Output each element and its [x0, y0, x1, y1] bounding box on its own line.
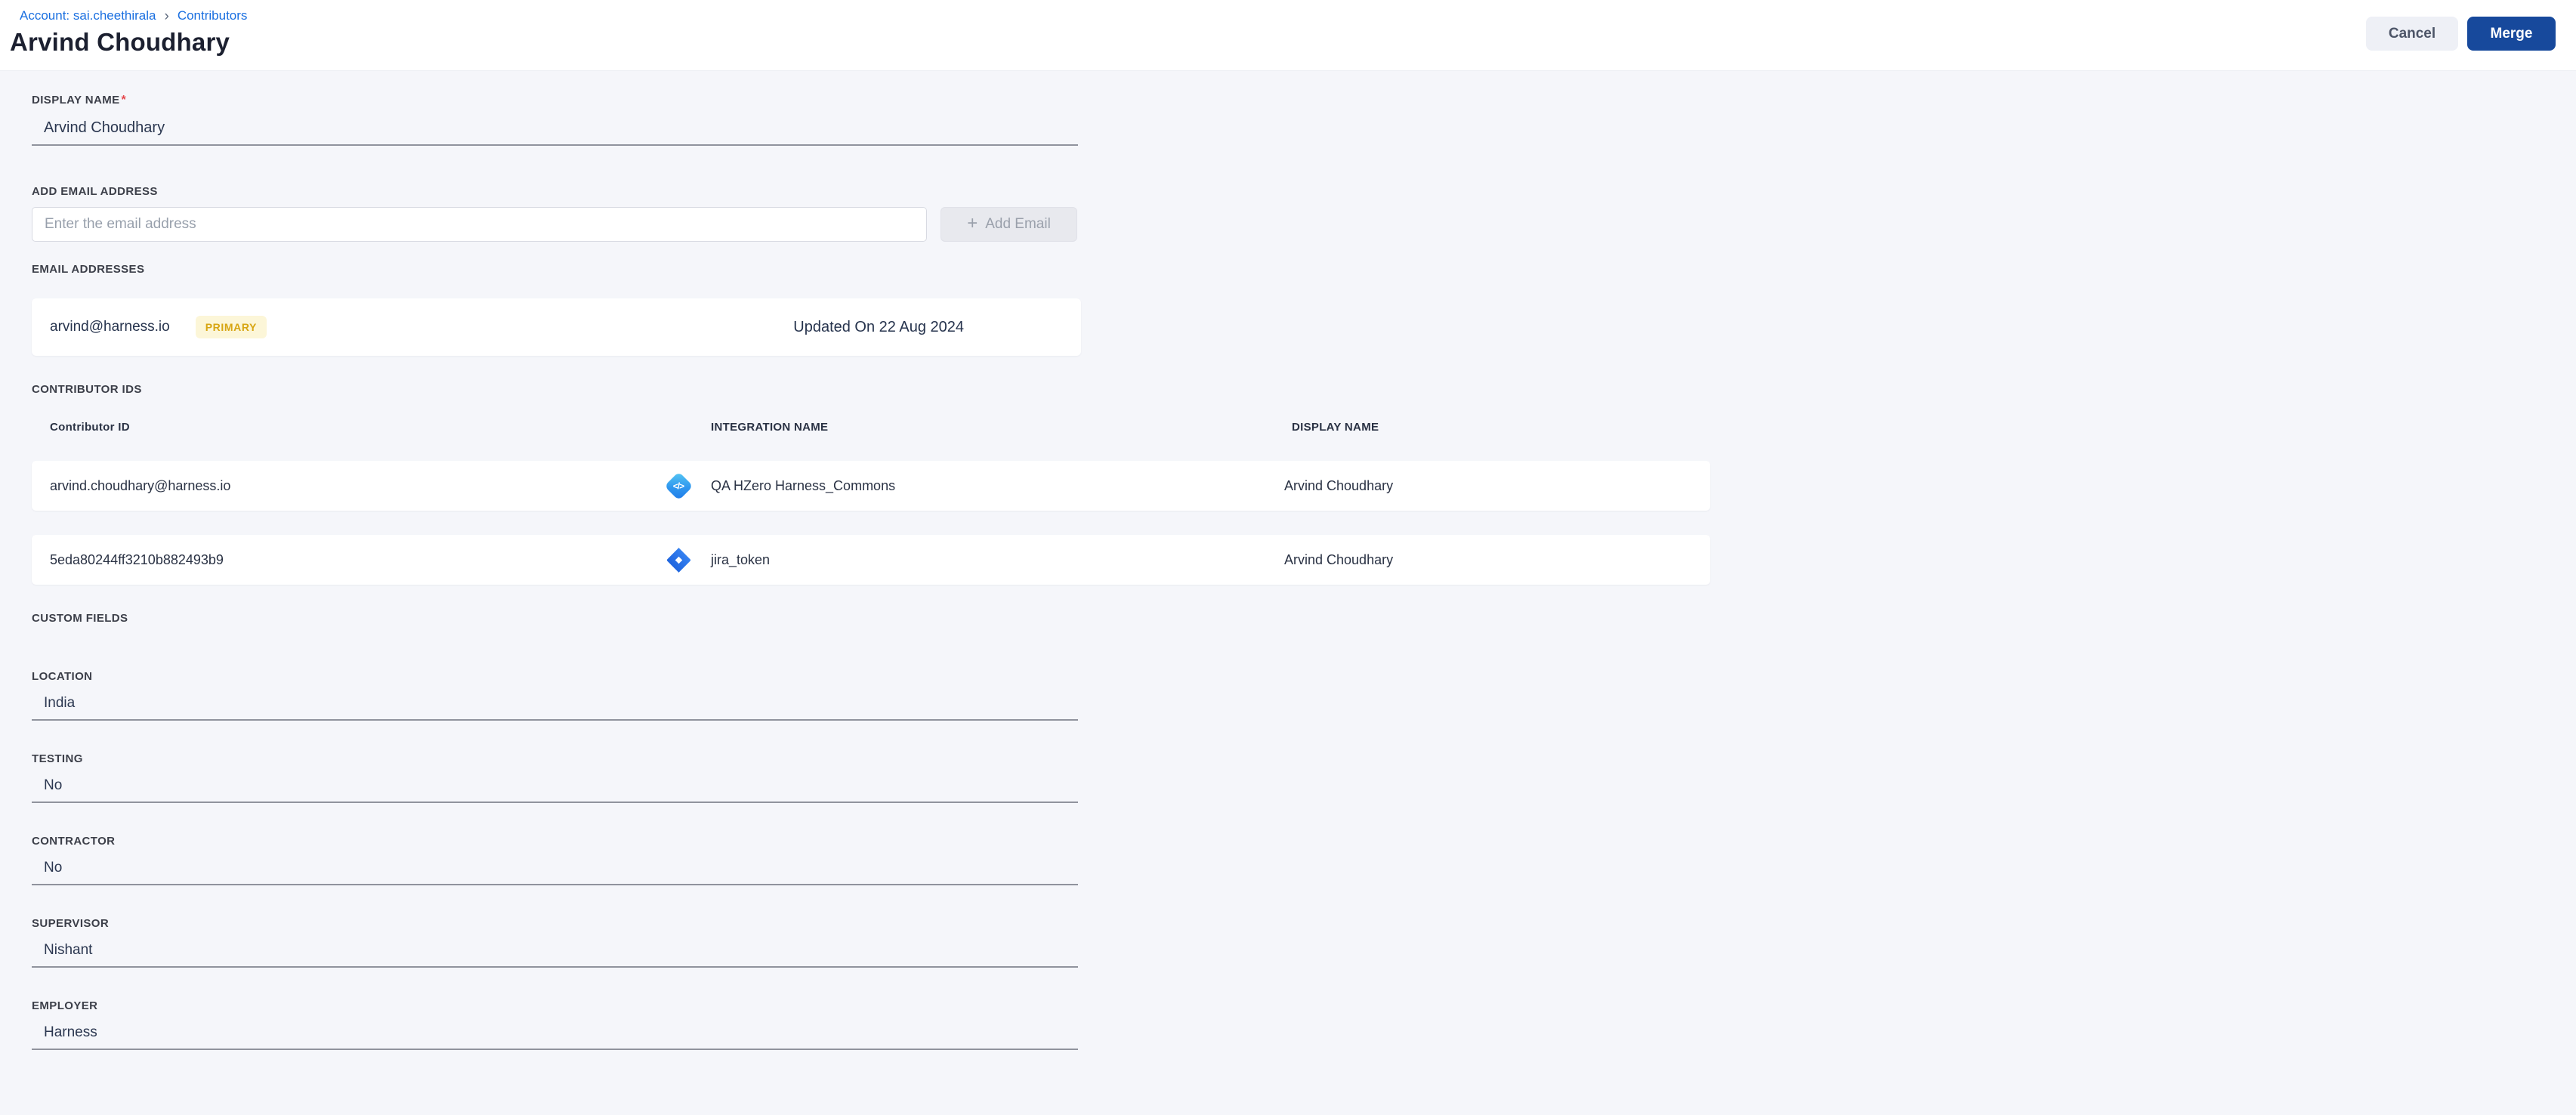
contributor-ids-section: CONTRIBUTOR IDS Contributor ID INTEGRATI… — [32, 383, 2576, 585]
header-actions: Cancel Merge — [2366, 17, 2556, 51]
add-email-row: + Add Email — [32, 207, 2576, 242]
contractor-input[interactable] — [32, 848, 1078, 885]
testing-label: TESTING — [32, 752, 83, 765]
code-integration-icon: </> — [664, 471, 693, 501]
integration-name-text: QA HZero Harness_Commons — [711, 477, 896, 493]
integration-name-text: jira_token — [711, 551, 771, 567]
code-glyph: </> — [673, 480, 684, 491]
custom-field-testing: TESTING — [32, 752, 2576, 803]
primary-badge: PRIMARY — [195, 316, 267, 338]
custom-fields-section: CUSTOM FIELDS LOCATION TESTING CONTRACTO… — [32, 612, 2576, 1050]
cancel-button[interactable]: Cancel — [2366, 17, 2458, 51]
integration-cell: jira_token — [665, 546, 1284, 574]
required-asterisk: * — [121, 94, 127, 107]
contractor-label: CONTRACTOR — [32, 835, 116, 848]
updated-on-text: Updated On 22 Aug 2024 — [793, 318, 964, 335]
breadcrumb-account-link[interactable]: Account: sai.cheethirala — [20, 8, 156, 23]
breadcrumb: Account: sai.cheethirala › Contributors — [20, 8, 2576, 23]
column-header-integration-name: INTEGRATION NAME — [711, 421, 829, 434]
email-address-row: arvind@harness.io PRIMARY Updated On 22 … — [32, 298, 1081, 356]
testing-input[interactable] — [32, 765, 1078, 803]
merge-button[interactable]: Merge — [2467, 17, 2556, 51]
location-label: LOCATION — [32, 670, 93, 683]
contributor-ids-label: CONTRIBUTOR IDS — [32, 383, 142, 396]
table-row: 5eda80244ff3210b882493b9 jira_token Arvi… — [32, 535, 1710, 585]
email-address-text: arvind@harness.io — [50, 319, 170, 335]
email-addresses-label: EMAIL ADDRESSES — [32, 263, 145, 276]
email-addresses-section: EMAIL ADDRESSES arvind@harness.io PRIMAR… — [32, 263, 2576, 356]
chevron-right-icon: › — [164, 8, 169, 24]
custom-field-supervisor: SUPERVISOR — [32, 917, 2576, 968]
display-name-cell: Arvind Choudhary — [1284, 477, 1394, 493]
custom-field-location: LOCATION — [32, 670, 2576, 721]
top-bar: Account: sai.cheethirala › Contributors … — [0, 0, 2576, 71]
contributor-id-cell: 5eda80244ff3210b882493b9 — [50, 551, 224, 567]
display-name-group: DISPLAY NAME * — [32, 71, 2576, 146]
column-header-display-name: DISPLAY NAME — [1292, 421, 1379, 434]
jira-icon — [665, 546, 693, 574]
supervisor-input[interactable] — [32, 930, 1078, 968]
add-email-button[interactable]: + Add Email — [941, 207, 1077, 242]
display-name-input[interactable] — [32, 107, 1078, 146]
display-name-label-text: DISPLAY NAME — [32, 94, 120, 107]
employer-label: EMPLOYER — [32, 999, 98, 1012]
column-header-contributor-id: Contributor ID — [50, 421, 130, 434]
location-input[interactable] — [32, 683, 1078, 721]
employer-input[interactable] — [32, 1012, 1078, 1050]
contributor-ids-table-header: Contributor ID INTEGRATION NAME DISPLAY … — [32, 421, 1710, 434]
custom-field-contractor: CONTRACTOR — [32, 835, 2576, 885]
display-name-cell: Arvind Choudhary — [1284, 551, 1394, 567]
custom-fields-label: CUSTOM FIELDS — [32, 612, 128, 625]
add-email-group: ADD EMAIL ADDRESS + Add Email — [32, 185, 2576, 242]
add-email-button-label: Add Email — [985, 216, 1051, 232]
supervisor-label: SUPERVISOR — [32, 917, 110, 930]
breadcrumb-contributors-link[interactable]: Contributors — [178, 8, 248, 23]
integration-cell: </> QA HZero Harness_Commons — [664, 471, 1284, 501]
display-name-label: DISPLAY NAME * — [32, 94, 2576, 107]
page-title: Arvind Choudhary — [10, 28, 230, 56]
contributor-id-cell: arvind.choudhary@harness.io — [50, 477, 231, 493]
email-input[interactable] — [32, 207, 927, 242]
plus-icon: + — [967, 213, 978, 233]
main-content: DISPLAY NAME* ADD EMAIL ADDRESS + Add Em… — [0, 71, 2576, 1080]
table-row: arvind.choudhary@harness.io </> QA HZero… — [32, 461, 1710, 511]
custom-field-employer: EMPLOYER — [32, 999, 2576, 1050]
add-email-label: ADD EMAIL ADDRESS — [32, 185, 158, 198]
